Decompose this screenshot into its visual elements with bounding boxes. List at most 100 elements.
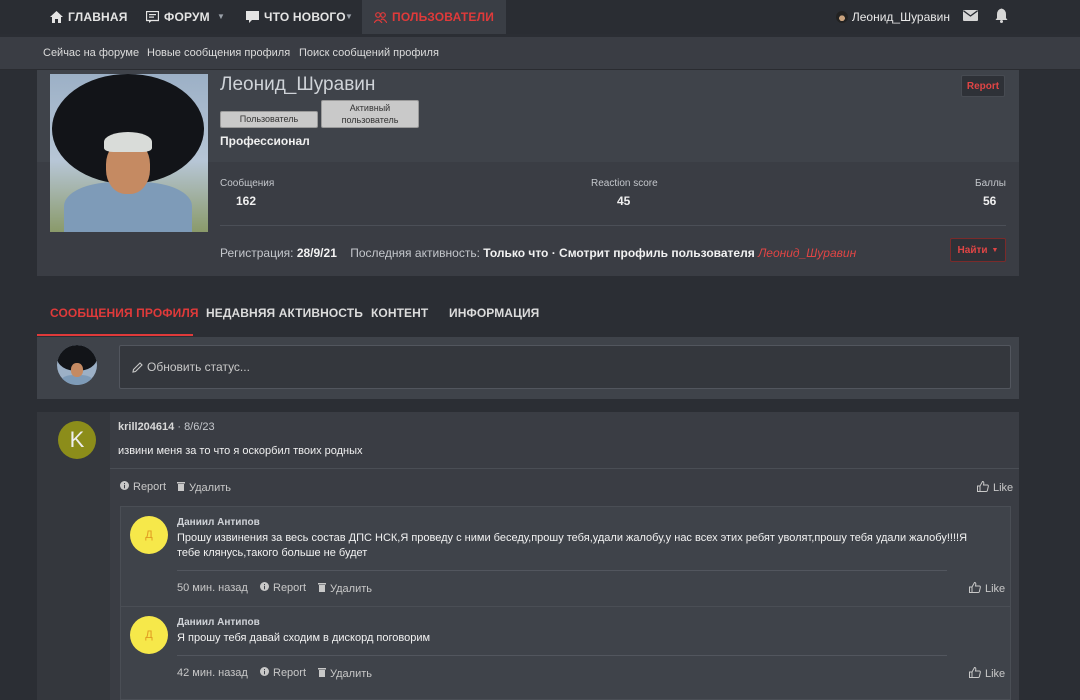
whats-new-dropdown-icon[interactable]: ▼ [345,12,353,21]
profile-card: Леонид_Шуравин Пользователь Активный пол… [37,70,1019,276]
user-badge: Пользователь [220,111,318,128]
comment-delete-label: Удалить [330,582,372,595]
post-delete-label: Удалить [189,481,231,494]
post-report-button[interactable]: Report [120,481,166,493]
status-update-box: Обновить статус... [37,337,1019,399]
stat-reaction-label: Reaction score [591,178,658,189]
tab-profile-posts[interactable]: СООБЩЕНИЯ ПРОФИЛЯ [50,306,199,320]
comment-item: Д Даниил Антипов Я прошу тебя давай сход… [120,607,1011,700]
post-meta: krill204614 · 8/6/23 [118,421,215,433]
profile-post: K krill204614 · 8/6/23 извини меня за то… [37,412,1019,700]
thumbs-up-icon [969,666,981,681]
nav-home[interactable]: ГЛАВНАЯ [50,0,128,34]
home-icon [50,11,63,23]
comment-like-button[interactable]: Like [969,581,1006,596]
comment-like-label: Like [985,583,1006,595]
last-activity-value: Только что · Смотрит профиль пользовател… [483,246,755,260]
sub-navigation: Сейчас на форуме Новые сообщения профиля… [0,37,1080,70]
post-like-label: Like [993,482,1014,494]
comment-author[interactable]: Даниил Антипов [177,617,260,628]
info-icon [260,667,269,679]
info-icon [120,481,129,493]
comment-delete-label: Удалить [330,667,372,680]
comment-report-label: Report [273,582,307,594]
account-menu[interactable]: Леонид_Шуравин [835,0,950,34]
forum-icon [146,11,159,23]
mail-icon[interactable] [963,10,978,24]
comment-divider [177,655,947,656]
comment-timestamp[interactable]: 42 мин. назад [177,667,248,679]
forum-dropdown-icon[interactable]: ▼ [217,12,225,21]
stat-messages-label: Сообщения [220,178,275,189]
post-delete-button[interactable]: Удалить [177,481,231,494]
comment-delete-button[interactable]: Удалить [318,667,372,680]
subnav-online-now[interactable]: Сейчас на форуме [43,47,139,59]
comment-like-button[interactable]: Like [969,666,1006,681]
comment-item: Д Даниил Антипов Прошу извинения за весь… [120,506,1011,607]
thumbs-up-icon [969,581,981,596]
status-input[interactable]: Обновить статус... [119,345,1011,389]
thumbs-up-icon [977,480,989,495]
comment-report-label: Report [273,667,307,679]
active-tab-indicator [37,334,193,336]
comment-like-label: Like [985,668,1006,680]
stat-points-label: Баллы [975,178,1006,189]
nav-home-label: ГЛАВНАЯ [68,10,128,24]
tab-recent-activity[interactable]: НЕДАВНЯЯ АКТИВНОСТЬ [206,306,363,320]
trash-icon [177,481,185,494]
report-button[interactable]: Report [961,75,1005,97]
avatar[interactable]: K [58,421,96,459]
registration-date: 28/9/21 [296,246,337,260]
registration-line: Регистрация: 28/9/21 Последняя активност… [220,246,856,260]
user-title: Профессионал [220,134,310,148]
profile-avatar[interactable] [50,74,208,232]
comment-timestamp[interactable]: 50 мин. назад [177,582,248,594]
nav-whats-new-label: ЧТО НОВОГО [264,10,346,24]
info-icon [260,582,269,594]
post-date[interactable]: · 8/6/23 [177,421,214,433]
stat-points-value[interactable]: 56 [983,194,996,208]
subnav-new-profile-posts[interactable]: Новые сообщения профиля [147,47,290,59]
post-like-button[interactable]: Like [977,480,1014,495]
nav-forum-label: ФОРУМ [164,10,210,24]
trash-icon [318,667,326,680]
profile-username: Леонид_Шуравин [220,74,376,95]
find-button-label: Найти [957,244,988,256]
profile-divider [220,225,1006,226]
comment-author[interactable]: Даниил Антипов [177,517,260,528]
users-icon [374,11,387,23]
nav-whats-new[interactable]: ЧТО НОВОГО [246,0,346,34]
account-username: Леонид_Шуравин [851,10,950,24]
comment-text: Я прошу тебя давай сходим в дискорд пого… [177,632,431,644]
registration-label: Регистрация: [220,246,294,260]
bell-icon[interactable] [995,8,1008,26]
avatar [835,11,848,23]
stat-messages-value[interactable]: 162 [236,194,256,208]
tab-content[interactable]: КОНТЕНТ [371,306,428,320]
comment-report-button[interactable]: Report [260,582,306,594]
post-author[interactable]: krill204614 [118,421,174,433]
post-report-label: Report [133,481,167,493]
comment-divider [177,570,947,571]
nav-forum[interactable]: ФОРУМ [146,0,210,34]
post-divider [110,468,1019,469]
comment-report-button[interactable]: Report [260,667,306,679]
active-user-badge: Активный пользователь [321,100,419,128]
nav-users[interactable]: ПОЛЬЗОВАТЕЛИ [362,0,507,34]
avatar[interactable]: Д [130,516,168,554]
nav-users-label: ПОЛЬЗОВАТЕЛИ [392,10,495,24]
tab-information[interactable]: ИНФОРМАЦИЯ [449,306,539,320]
whats-new-icon [246,11,259,23]
viewed-user-link[interactable]: Леонид_Шуравин [758,246,856,260]
find-button[interactable]: Найти ▼ [950,238,1006,262]
avatar[interactable]: Д [130,616,168,654]
chevron-down-icon: ▼ [991,246,999,254]
last-activity-label: Последняя активность: [350,246,480,260]
comment-delete-button[interactable]: Удалить [318,582,372,595]
comment-text: Прошу извинения за весь состав ДПС НСК,Я… [177,532,968,559]
subnav-search-profile-posts[interactable]: Поиск сообщений профиля [299,47,439,59]
status-placeholder: Обновить статус... [147,360,250,374]
avatar[interactable] [57,345,97,385]
trash-icon [318,582,326,595]
stat-reaction-value[interactable]: 45 [617,194,630,208]
